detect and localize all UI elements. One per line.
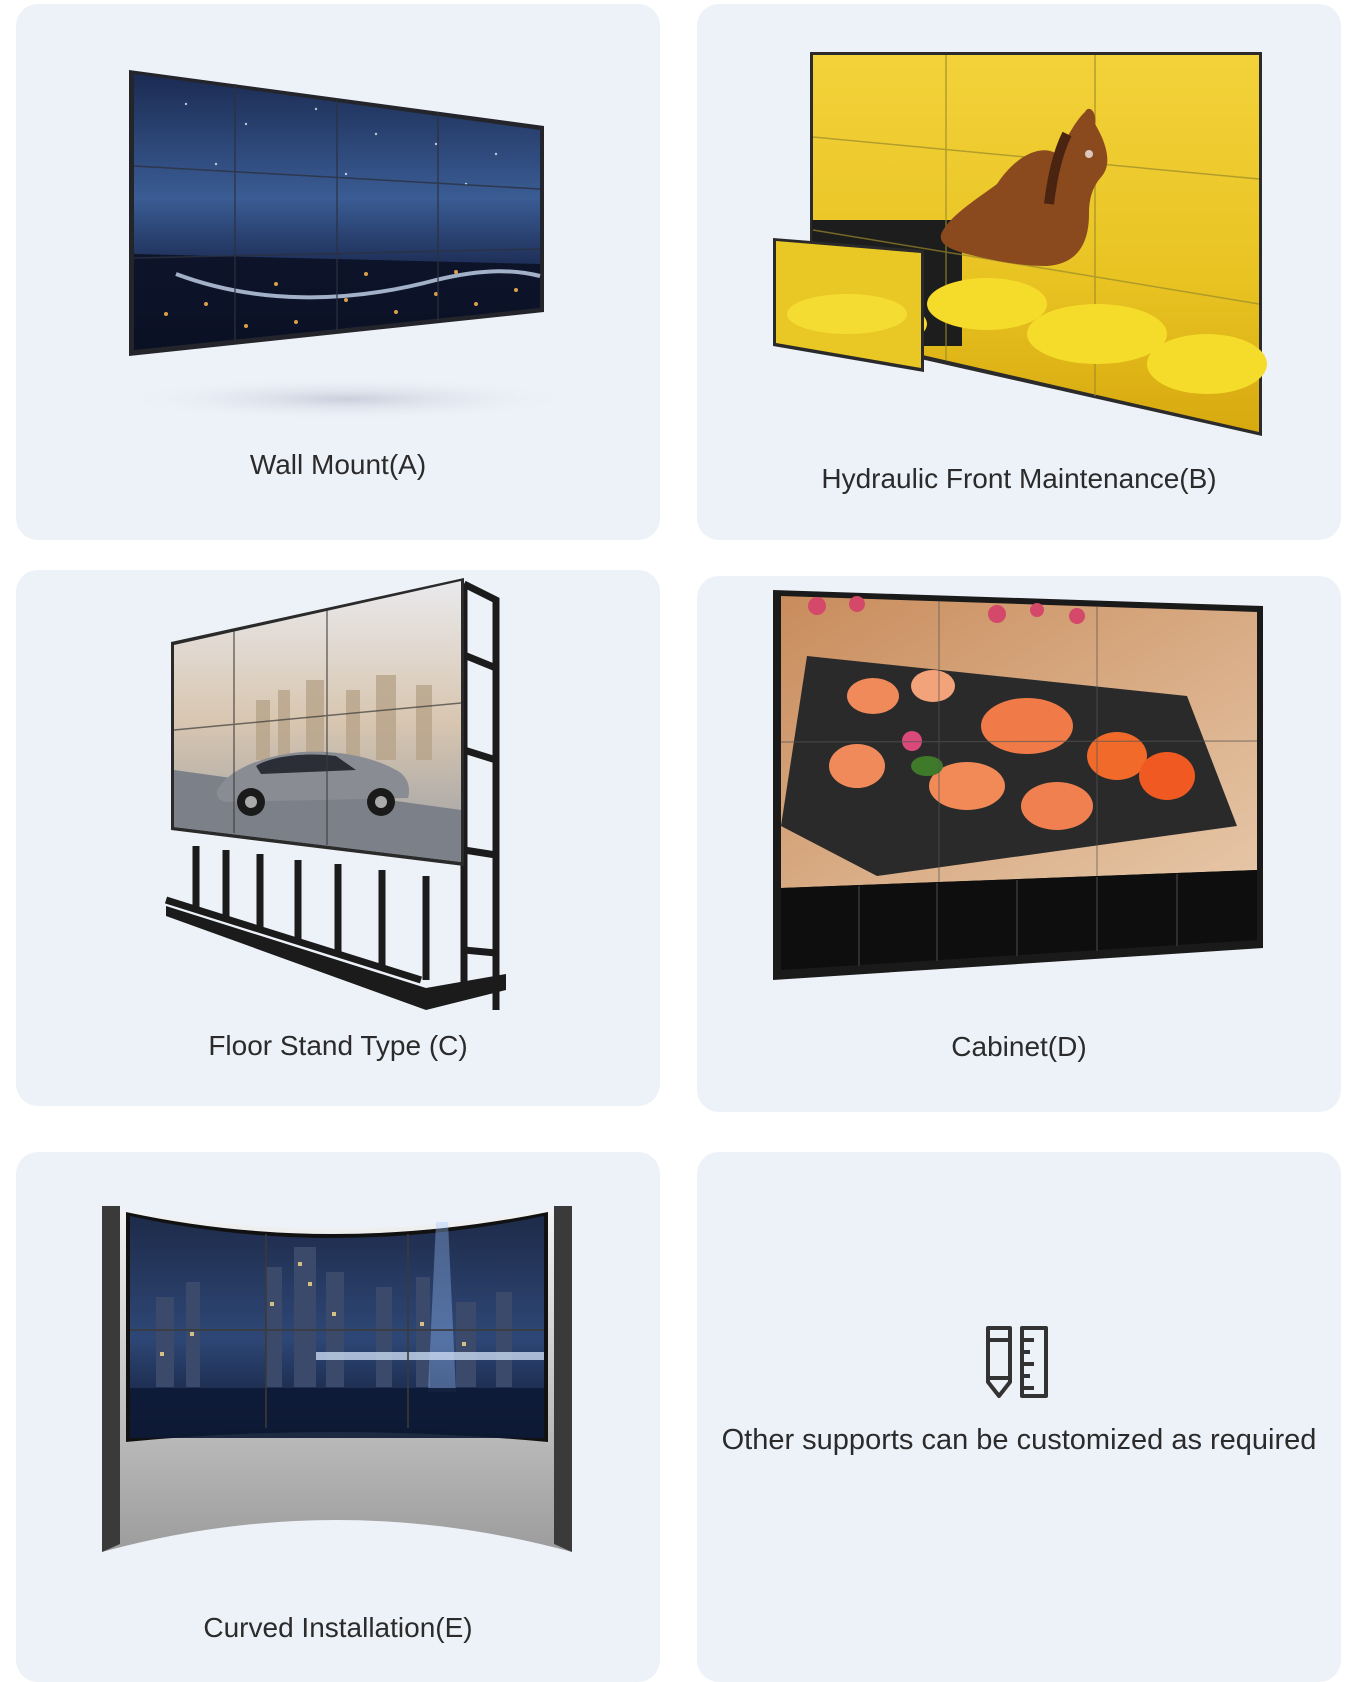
- card-caption: Wall Mount(A): [249, 449, 427, 480]
- curved-video-wall-image: [102, 1206, 572, 1552]
- install-option-card-wall-mount: Wall Mount(A): [16, 4, 660, 540]
- card-caption: Cabinet(D): [951, 1031, 1087, 1062]
- install-option-card-curved: Curved Installation(E): [16, 1152, 660, 1682]
- custom-support-card: Other supports can be customized as requ…: [697, 1152, 1341, 1682]
- pencil-ruler-icon: [986, 1326, 1048, 1398]
- card-caption: Hydraulic Front Maintenance(B): [821, 463, 1217, 494]
- install-option-card-cabinet: Cabinet(D): [697, 576, 1341, 1112]
- card-caption: Curved Installation(E): [203, 1612, 473, 1643]
- install-option-card-floor-stand: Floor Stand Type (C): [16, 570, 660, 1106]
- floor-stand-video-wall-image: [164, 578, 506, 1010]
- hydraulic-video-wall-image: [773, 52, 1267, 436]
- custom-support-note: Other supports can be customized as requ…: [721, 1424, 1317, 1456]
- install-option-card-hydraulic-front-maintenance: Hydraulic Front Maintenance(B): [697, 4, 1341, 540]
- card-caption: Floor Stand Type (C): [208, 1030, 468, 1061]
